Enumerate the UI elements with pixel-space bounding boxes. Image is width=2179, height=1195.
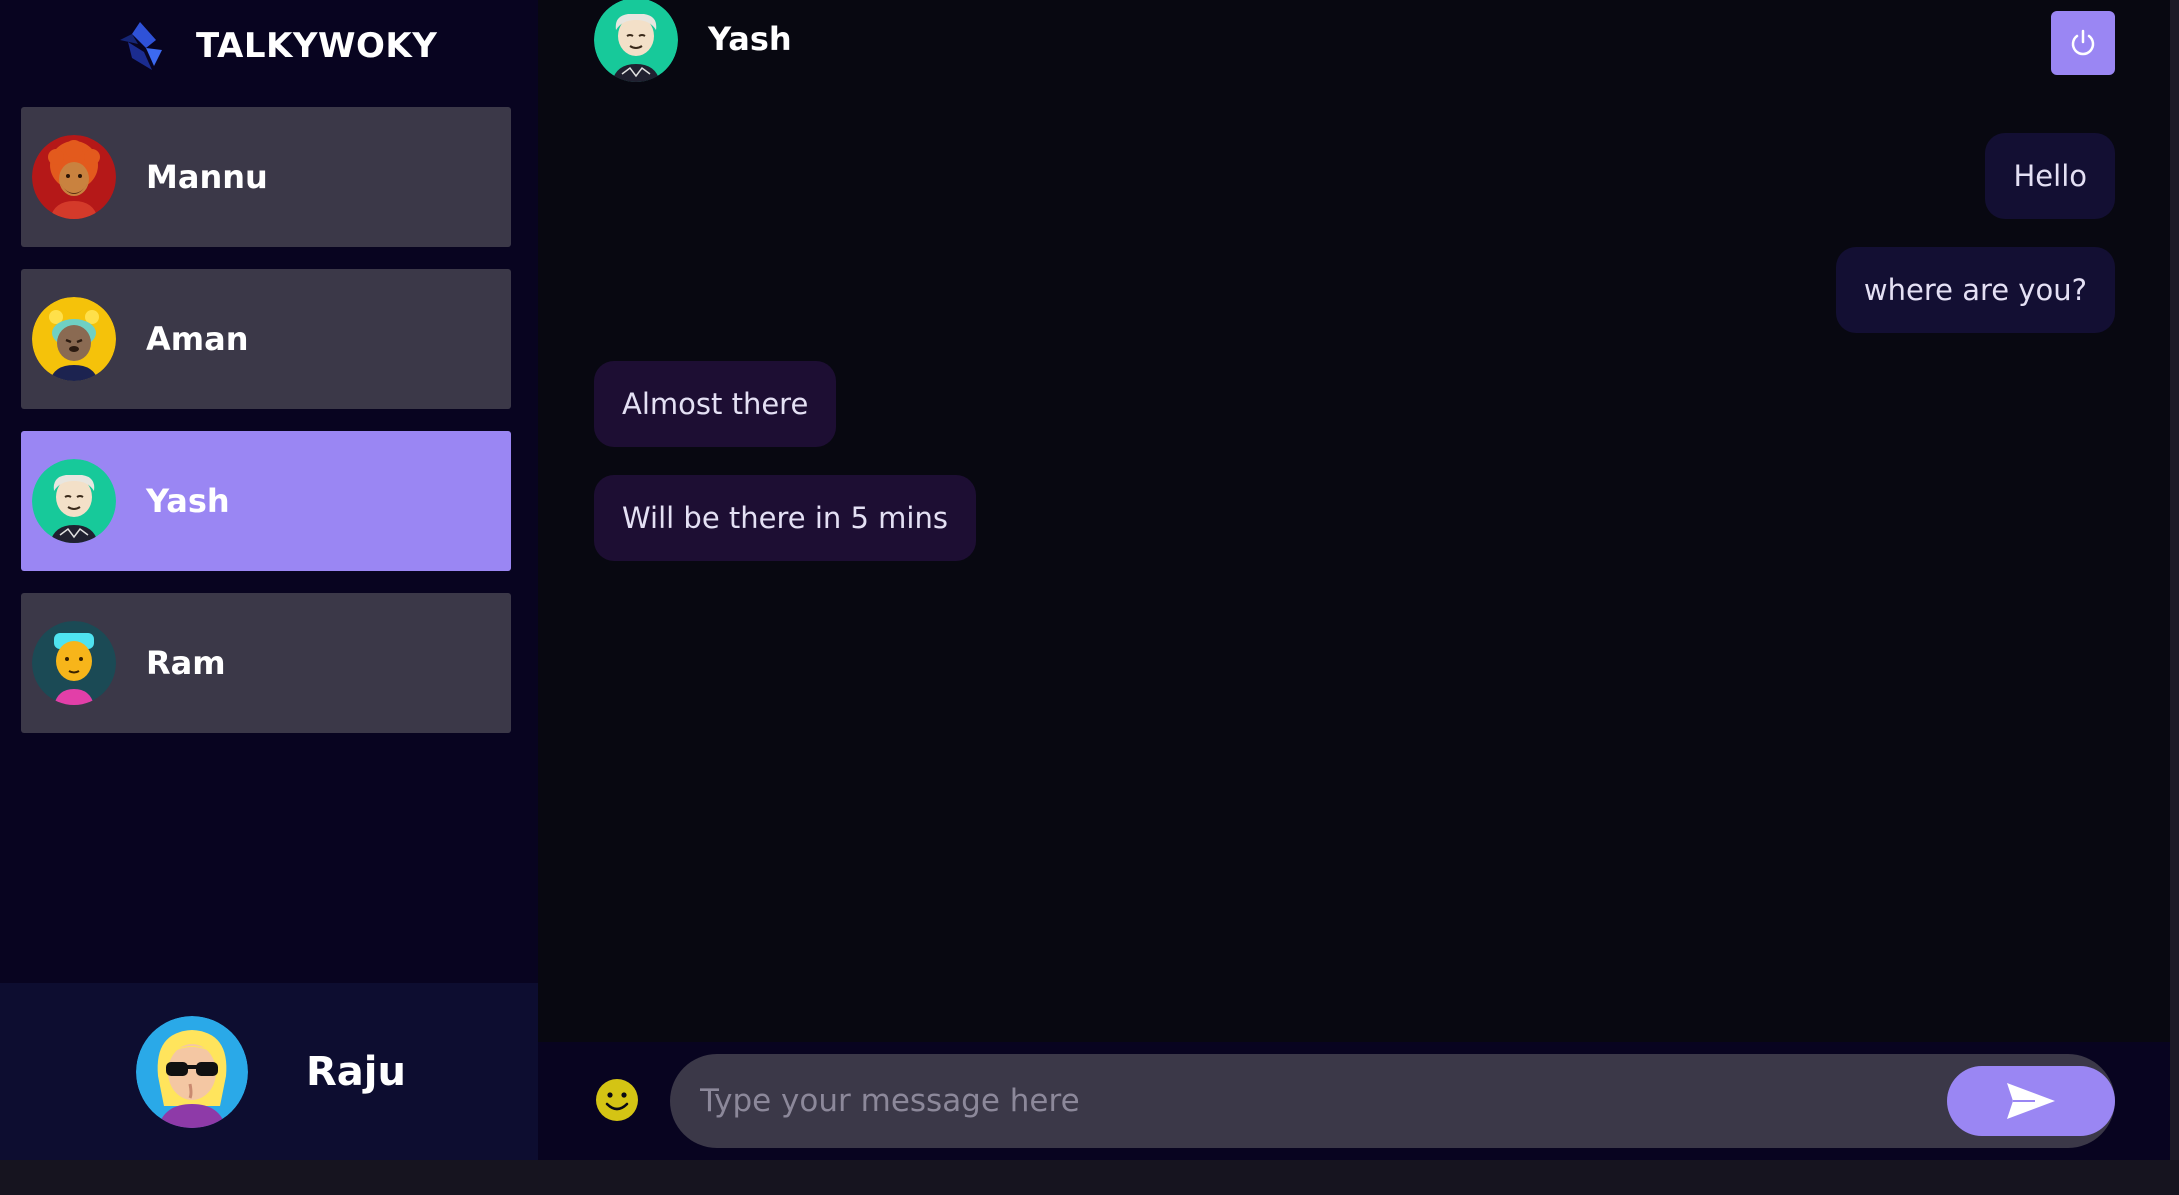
- message-received: Will be there in 5 mins: [594, 475, 2115, 561]
- message-input[interactable]: [700, 1054, 1940, 1148]
- contact-name: Mannu: [146, 158, 268, 196]
- message-received: Almost there: [594, 361, 2115, 447]
- contact-list: Mannu Aman Yash Ram: [21, 107, 511, 755]
- contact-name: Ram: [146, 644, 226, 682]
- chat-panel: Yash Hello where are you? Almost there W…: [538, 0, 2170, 1160]
- chat-partner-name: Yash: [708, 20, 792, 58]
- contact-item-yash[interactable]: Yash: [21, 431, 511, 571]
- contact-name: Aman: [146, 320, 249, 358]
- current-user-name: Raju: [306, 1048, 406, 1095]
- brand: TALKYWOKY: [118, 18, 437, 74]
- contact-name: Yash: [146, 482, 230, 520]
- smiley-icon[interactable]: [594, 1077, 640, 1123]
- avatar-cyan-hair-icon: [32, 621, 116, 705]
- message-input-container: [670, 1054, 2115, 1148]
- contact-item-mannu[interactable]: Mannu: [21, 107, 511, 247]
- message-bubble: where are you?: [1835, 247, 2115, 333]
- message-bubble: Hello: [1985, 133, 2115, 219]
- message-composer: [538, 1042, 2170, 1160]
- diamond-logo-icon: [120, 22, 162, 70]
- chat-app: TALKYWOKY Mannu Aman Yash Ram Raju Yash …: [0, 0, 2179, 1160]
- current-user-panel: Raju: [0, 983, 538, 1160]
- contact-item-aman[interactable]: Aman: [21, 269, 511, 409]
- message-sent: Hello: [594, 133, 2115, 219]
- sidebar: TALKYWOKY Mannu Aman Yash Ram Raju: [0, 0, 538, 1160]
- contact-item-ram[interactable]: Ram: [21, 593, 511, 733]
- window-edge: [2170, 0, 2179, 1160]
- message-list: Hello where are you? Almost there Will b…: [594, 133, 2115, 589]
- message-bubble: Will be there in 5 mins: [594, 475, 976, 561]
- message-sent: where are you?: [594, 247, 2115, 333]
- brand-name: TALKYWOKY: [196, 26, 438, 66]
- avatar-teal-elder-icon: [594, 0, 678, 82]
- send-arrow-icon: [2007, 1083, 2055, 1119]
- avatar-teal-elder-icon: [32, 459, 116, 543]
- avatar-red-beard-icon: [32, 135, 116, 219]
- avatar-yellow-bear-icon: [32, 297, 116, 381]
- chat-header: Yash: [594, 0, 792, 82]
- avatar-blonde-sunglasses-icon: [136, 1015, 248, 1128]
- message-bubble: Almost there: [594, 361, 837, 447]
- power-icon: [2071, 29, 2095, 56]
- send-button[interactable]: [1947, 1066, 2115, 1136]
- logout-button[interactable]: [2051, 11, 2115, 75]
